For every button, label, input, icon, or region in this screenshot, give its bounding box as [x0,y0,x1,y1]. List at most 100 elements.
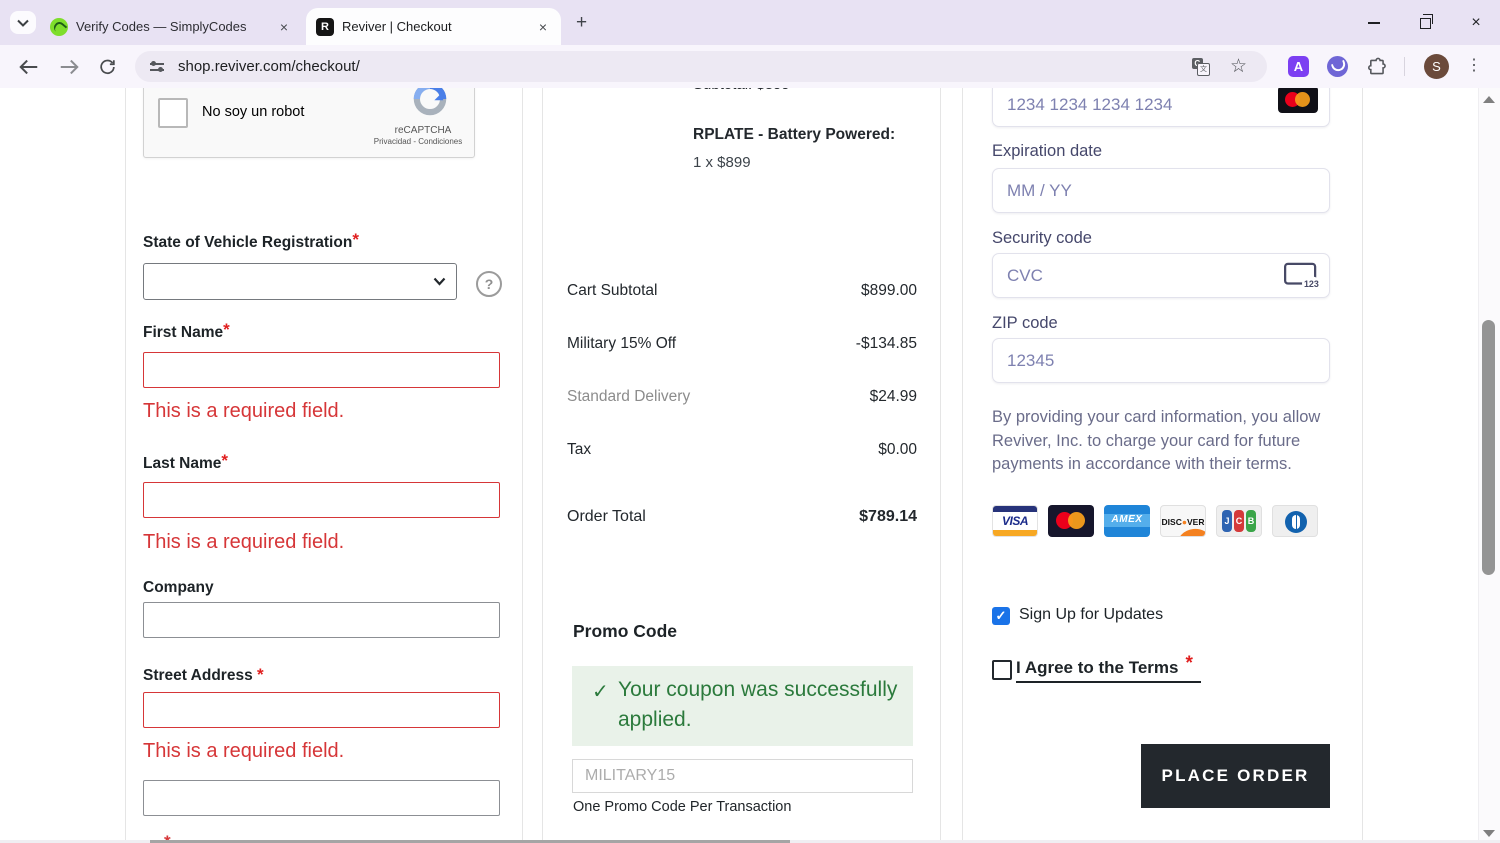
state-select[interactable] [143,263,457,300]
recaptcha-links[interactable]: Privacidad - Condiciones [370,137,466,146]
recaptcha-checkbox[interactable] [158,98,188,128]
accepted-cards-row: VISA AMEX DISC●VER JCB [992,505,1318,537]
terms-checkbox[interactable] [992,660,1012,680]
summary-row: Standard Delivery $24.99 [567,388,917,406]
tab-title: Verify Codes — SimplyCodes [76,19,247,34]
extension-a-icon[interactable]: A [1288,56,1309,77]
signup-checkbox[interactable]: ✓ [992,607,1010,625]
address-bar[interactable]: shop.reviver.com/checkout/ G 文 ☆ [135,51,1267,82]
extensions-button[interactable] [1366,56,1387,77]
restore-button[interactable] [1405,12,1445,34]
bookmark-star-icon[interactable]: ☆ [1230,55,1247,78]
visa-icon: VISA [992,505,1038,537]
last-name-label: Last Name* [143,451,229,472]
vertical-scrollbar-thumb[interactable] [1482,320,1495,575]
required-asterisk: * [223,320,230,339]
puzzle-icon [1368,57,1386,74]
promo-code-heading: Promo Code [573,621,678,641]
forward-arrow-icon [60,59,79,74]
tab-simplycodes[interactable]: Verify Codes — SimplyCodes × [40,8,302,45]
close-tab-icon[interactable]: × [535,19,551,35]
company-label: Company [143,579,214,596]
scroll-up-arrow[interactable] [1483,96,1495,103]
simplycodes-favicon [50,17,68,36]
mastercard-brand-icon [1048,505,1094,537]
tab-title: Reviver | Checkout [342,19,452,34]
summary-row: Cart Subtotal $899.00 [567,282,917,300]
browser-toolbar: shop.reviver.com/checkout/ G 文 ☆ A S ⋮ [0,45,1500,88]
required-asterisk: * [221,451,229,470]
amex-icon: AMEX [1104,505,1150,537]
jcb-icon: JCB [1216,505,1262,537]
forward-button[interactable] [58,58,80,76]
summary-row: Tax $0.00 [567,441,917,459]
state-help-icon[interactable]: ? [476,271,502,297]
toolbar-divider [1404,57,1405,76]
vertical-scrollbar[interactable] [1478,88,1500,843]
new-tab-button[interactable]: + [576,12,587,34]
cvc-input[interactable] [992,253,1330,298]
required-asterisk: * [257,665,264,684]
row-value: $24.99 [869,388,917,405]
close-tab-icon[interactable]: × [276,19,292,35]
profile-avatar[interactable]: S [1424,54,1449,79]
row-value: $0.00 [878,441,917,458]
street-address-error: This is a required field. [143,740,345,762]
summary-row: Military 15% Off -$134.85 [567,335,917,353]
terms-link[interactable]: I Agree to the Terms * [1016,654,1201,683]
first-name-label: First Name* [143,320,230,341]
street-address-input[interactable] [143,692,500,728]
card-number-field-wrap [992,88,1330,127]
company-input[interactable] [143,602,500,638]
last-name-input[interactable] [143,482,500,518]
close-window-button[interactable]: × [1456,12,1496,34]
url-text[interactable]: shop.reviver.com/checkout/ [178,58,1192,75]
required-asterisk: * [352,230,359,249]
back-button[interactable] [18,58,40,76]
zip-code-input[interactable] [992,338,1330,383]
minimize-button[interactable] [1354,12,1394,34]
chevron-down-icon [17,19,29,27]
place-order-button[interactable]: PLACE ORDER [1141,744,1330,808]
tab-reviver-checkout[interactable]: R Reviver | Checkout × [306,8,561,45]
horizontal-scrollbar-thumb[interactable] [150,839,790,843]
mastercard-icon [1278,88,1318,113]
recaptcha-widget: No soy un robot reCAPTCHA Privacidad - C… [143,88,475,158]
first-name-input[interactable] [143,352,500,388]
reload-button[interactable] [98,57,117,76]
row-value: -$134.85 [855,335,917,352]
order-total-row: Order Total $789.14 [567,508,917,526]
site-info-icon[interactable] [150,61,164,73]
item-quantity: 1 x $899 [693,154,751,171]
browser-window: Verify Codes — SimplyCodes × R Reviver |… [0,0,1500,843]
recaptcha-brand: reCAPTCHA [394,125,452,136]
promo-note: One Promo Code Per Transaction [573,799,792,815]
signup-label: Sign Up for Updates [1019,606,1164,623]
horizontal-scrollbar[interactable] [0,839,1500,843]
reviver-favicon: R [316,17,334,36]
diners-icon [1272,505,1318,537]
coupon-success-text: Your coupon was successfully applied. [618,678,898,732]
row-label: Cart Subtotal [567,282,658,299]
street-address2-input[interactable] [143,780,500,816]
recaptcha-label: No soy un robot [202,104,305,120]
first-name-error: This is a required field. [143,400,345,422]
expiration-input[interactable] [992,168,1330,213]
tab-search-button[interactable] [10,11,36,34]
last-name-error: This is a required field. [143,531,345,553]
extension-simplycodes-icon[interactable] [1327,56,1348,77]
row-label: Order Total [567,508,646,525]
translate-icon[interactable]: G 文 [1191,57,1210,76]
browser-menu-icon[interactable]: ⋮ [1466,55,1482,75]
promo-code-input[interactable] [572,759,913,793]
row-label: Tax [567,441,592,458]
recaptcha-logo-icon [410,88,450,124]
chevron-down-icon [433,277,446,286]
required-asterisk: * [1185,653,1193,674]
scroll-down-arrow[interactable] [1483,830,1495,837]
street-address-label: Street Address * [143,665,264,684]
back-arrow-icon [19,59,38,74]
check-icon: ✓ [592,681,609,703]
item-name: RPLATE - Battery Powered: [693,126,896,143]
svg-text:123: 123 [1304,279,1319,289]
